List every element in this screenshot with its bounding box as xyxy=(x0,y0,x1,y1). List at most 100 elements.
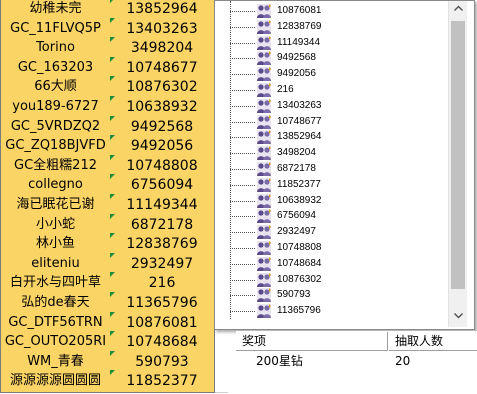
user-group-icon xyxy=(257,162,271,176)
tree-branch-line xyxy=(230,216,255,218)
tree-item-label: 10748677 xyxy=(277,115,322,127)
tree-branch-line xyxy=(230,105,255,107)
scroll-down-button[interactable] xyxy=(449,309,467,326)
tree-branch-line xyxy=(230,137,255,139)
table-row: 源源源源圆圆圆 11852377 xyxy=(0,370,228,394)
header-prize[interactable]: 奖项 xyxy=(236,332,388,351)
tree-branch-line xyxy=(230,295,255,297)
user-group-icon xyxy=(257,225,271,240)
tree-item-label: 9492056 xyxy=(277,68,316,80)
tree-branch-line xyxy=(230,42,255,44)
tree-item[interactable]: 13403263 xyxy=(230,98,430,115)
tree-item-label: 6756094 xyxy=(277,210,316,222)
cell-marker xyxy=(110,17,115,23)
cell-marker xyxy=(110,370,115,376)
user-group-icon xyxy=(257,130,271,145)
tree-item[interactable]: 3498204 xyxy=(230,145,430,162)
user-group-icon xyxy=(257,146,271,161)
tree-item[interactable]: 10876302 xyxy=(230,272,430,289)
cell-marker xyxy=(110,311,115,317)
tree-item-label: 12838769 xyxy=(277,20,322,32)
tree-branch-line xyxy=(230,311,255,313)
tree-item[interactable]: 10748677 xyxy=(230,114,430,131)
tree-item[interactable]: 9492568 xyxy=(230,50,430,67)
scroll-up-button[interactable] xyxy=(449,1,467,18)
user-group-icon xyxy=(257,304,271,319)
user-group-icon xyxy=(257,98,271,113)
blank-cell[interactable] xyxy=(215,370,228,394)
tree-item-label: 10748684 xyxy=(277,257,322,269)
id-cell[interactable]: 11852377 xyxy=(110,370,215,394)
tree-item[interactable]: 590793 xyxy=(230,287,430,304)
cell-marker xyxy=(110,350,115,356)
tree-branch-line xyxy=(230,74,255,76)
header-count[interactable]: 抽取人数 xyxy=(389,332,477,351)
tree-item[interactable]: 13852964 xyxy=(230,129,430,146)
tree-branch-line xyxy=(230,58,255,60)
cell-marker xyxy=(110,96,115,101)
tree-branch-line xyxy=(230,184,255,186)
user-group-icon xyxy=(257,67,271,82)
prize-cell[interactable]: 200星钻 xyxy=(256,352,303,370)
tree-view[interactable]: 10876081 12838769 11149344 9492568 9492056 21… xyxy=(215,1,448,327)
cell-marker xyxy=(110,56,115,62)
tree-item[interactable]: 10748808 xyxy=(230,240,430,257)
cell-marker xyxy=(110,233,115,239)
cell-marker xyxy=(110,76,115,82)
tree-item-label: 10876081 xyxy=(277,5,322,16)
tree-item-label: 11365796 xyxy=(277,305,321,317)
tree-branch-line xyxy=(230,26,255,28)
tree-item-label: 6872178 xyxy=(277,163,316,174)
tree-item[interactable]: 9492056 xyxy=(230,66,430,83)
chevron-down-icon xyxy=(453,313,463,319)
user-group-icon xyxy=(257,241,271,255)
cell-marker xyxy=(110,194,115,199)
tree-branch-line xyxy=(230,200,255,202)
tree-branch-line xyxy=(230,279,255,281)
tree-item-label: 13403263 xyxy=(277,99,322,111)
cell-marker xyxy=(110,37,115,43)
tree-item-label: 11852377 xyxy=(277,178,321,190)
count-cell[interactable]: 20 xyxy=(395,352,410,370)
cell-marker xyxy=(110,252,115,258)
cell-marker xyxy=(110,135,115,141)
tree-item[interactable]: 6872178 xyxy=(230,161,430,178)
vertical-scrollbar[interactable] xyxy=(448,1,467,327)
tree-item[interactable]: 11149344 xyxy=(230,35,430,52)
tree-item[interactable]: 11365796 xyxy=(230,303,430,320)
cell-marker xyxy=(110,292,115,297)
tree-branch-line xyxy=(230,153,255,155)
tree-item[interactable]: 10638932 xyxy=(230,193,430,210)
scrollbar-thumb[interactable] xyxy=(451,21,465,289)
tree-item-label: 2932497 xyxy=(277,226,316,238)
tree-branch-line xyxy=(230,11,255,12)
cell-marker xyxy=(110,115,115,121)
tree-item[interactable]: 6756094 xyxy=(230,208,430,225)
user-group-icon xyxy=(257,193,271,208)
tree-item[interactable]: 11852377 xyxy=(230,177,430,194)
tree-item-label: 3498204 xyxy=(277,147,316,159)
tree-branch-line xyxy=(230,121,255,123)
tree-item[interactable]: 216 xyxy=(230,82,430,99)
user-group-icon xyxy=(257,51,271,66)
cell-marker xyxy=(110,331,115,337)
name-cell[interactable]: 源源源源圆圆圆 xyxy=(0,370,111,394)
tree-item-label: 216 xyxy=(277,84,294,95)
user-group-icon xyxy=(257,114,271,129)
tree-item[interactable]: 2932497 xyxy=(230,224,430,241)
tree-item-label: 13852964 xyxy=(277,131,322,143)
user-group-icon xyxy=(257,256,271,271)
tree-item-label: 11149344 xyxy=(277,36,321,48)
user-group-icon xyxy=(257,35,271,50)
tree-item[interactable]: 10876081 xyxy=(230,3,430,20)
user-group-icon xyxy=(257,288,271,303)
tree-popup[interactable]: 10876081 12838769 11149344 9492568 9492056 21… xyxy=(214,0,475,330)
tree-item-label: 10876302 xyxy=(277,273,322,285)
spreadsheet: 幼稚未完 13852964 GC_11FLVQ5P 13403263 Torino 349… xyxy=(0,0,228,394)
cell-marker xyxy=(110,154,115,160)
cell-marker xyxy=(110,174,115,180)
tree-item[interactable]: 12838769 xyxy=(230,19,430,36)
tree-item[interactable]: 10748684 xyxy=(230,256,430,273)
prize-table: 奖项 抽取人数 200星钻 20 xyxy=(236,330,477,394)
tree-branch-line xyxy=(230,248,255,249)
